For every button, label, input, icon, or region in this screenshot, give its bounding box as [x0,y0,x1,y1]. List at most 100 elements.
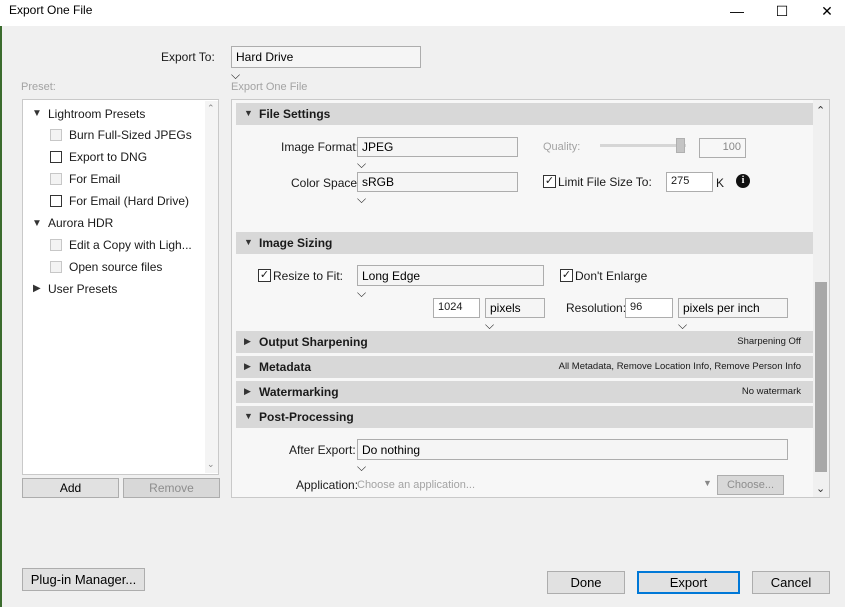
section-title: Output Sharpening [259,335,368,349]
image-format-dropdown[interactable]: JPEG ⌵ [357,137,518,172]
export-to-label: Export To: [161,50,215,64]
preset-scrollbar[interactable]: ⌃ ⌄ [205,101,218,473]
preset-item[interactable]: Burn Full-Sized JPEGs [69,128,192,142]
scroll-down-icon[interactable]: ⌄ [207,459,215,470]
section-title: Watermarking [259,385,339,399]
chevron-down-icon: ⌵ [357,157,367,171]
preset-item[interactable]: Open source files [69,260,162,274]
after-export-label: After Export: [289,443,356,457]
cancel-button[interactable]: Cancel [752,571,830,594]
collapse-triangle-icon[interactable]: ▶ [244,336,251,347]
limit-file-size-input[interactable]: 275 [666,172,713,192]
export-to-value: Hard Drive [236,50,294,64]
preset-item[interactable]: Edit a Copy with Ligh... [69,238,192,252]
expand-triangle-icon[interactable]: ▼ [32,218,42,229]
resize-to-fit-label: Resize to Fit: [273,269,344,283]
section-image-sizing[interactable]: ▼ Image Sizing [236,232,813,254]
expand-triangle-icon[interactable]: ▼ [244,237,253,247]
limit-file-size-checkbox[interactable]: ✓ [543,175,556,188]
color-space-value: sRGB [362,175,395,189]
resolution-unit-value: pixels per inch [683,301,760,315]
chevron-down-icon: ⌵ [357,460,367,474]
section-summary: All Metadata, Remove Location Info, Remo… [558,361,801,372]
scroll-up-icon[interactable]: ⌃ [816,104,825,117]
close-button[interactable]: ✕ [805,0,845,22]
limit-file-size-label: Limit File Size To: [558,175,652,189]
resize-mode-value: Long Edge [362,268,421,283]
section-output-sharpening[interactable]: ▶ Output Sharpening Sharpening Off [236,331,813,353]
add-preset-button[interactable]: Add [22,478,119,498]
resize-to-fit-checkbox[interactable]: ✓ [258,269,271,282]
section-file-settings[interactable]: ▼ File Settings [236,103,813,125]
image-format-value: JPEG [362,140,394,154]
preset-checkbox [50,261,62,273]
section-watermarking[interactable]: ▶ Watermarking No watermark [236,381,813,403]
resolution-label: Resolution: [566,301,627,315]
expand-triangle-icon[interactable]: ▼ [32,108,42,119]
color-space-dropdown[interactable]: sRGB ⌵ [357,172,518,207]
quality-slider-track[interactable] [600,144,686,147]
done-button[interactable]: Done [547,571,625,594]
plugin-manager-button[interactable]: Plug-in Manager... [22,568,145,591]
preset-checkbox [50,239,62,251]
application-label: Application: [296,478,359,492]
preset-label: Preset: [21,81,56,93]
image-format-label: Image Format: [281,140,360,154]
collapse-triangle-icon[interactable]: ▶ [33,283,41,294]
collapse-triangle-icon[interactable]: ▶ [244,386,251,397]
choose-application-button[interactable]: Choose... [717,475,784,495]
expand-triangle-icon[interactable]: ▼ [244,108,253,118]
chevron-down-icon: ⌵ [231,68,241,82]
preset-item[interactable]: For Email [69,172,120,186]
limit-unit-label: K [716,176,725,190]
section-post-processing[interactable]: ▼ Post-Processing [236,406,813,428]
preset-checkbox [50,173,62,185]
section-title: Post-Processing [259,410,354,424]
remove-preset-button[interactable]: Remove [123,478,220,498]
preset-group-aurora[interactable]: Aurora HDR [48,216,113,230]
window-title: Export One File [9,3,93,17]
preset-group-user[interactable]: User Presets [48,282,117,296]
section-summary: No watermark [741,386,801,397]
resize-mode-dropdown[interactable]: Long Edge ⌵ [357,265,544,301]
resolution-unit-dropdown[interactable]: pixels per inch ⌵ [678,298,788,333]
scroll-down-icon[interactable]: ⌄ [816,482,825,495]
expand-triangle-icon[interactable]: ▼ [244,411,253,421]
dropdown-arrow-icon[interactable]: ▼ [703,478,712,488]
after-export-dropdown[interactable]: Do nothing ⌵ [357,439,788,475]
maximize-button[interactable]: ☐ [760,0,804,22]
quality-label: Quality: [543,141,581,153]
resolution-input[interactable]: 96 [625,298,673,318]
scrollbar-thumb[interactable] [815,282,827,472]
size-unit-dropdown[interactable]: pixels ⌵ [485,298,545,333]
preset-checkbox [50,129,62,141]
size-input[interactable]: 1024 [433,298,480,318]
application-input[interactable]: Choose an application... [357,479,475,491]
info-icon[interactable]: i [736,174,750,188]
window-edge [0,26,2,607]
panel-title: Export One File [231,81,308,93]
quality-slider-thumb[interactable] [676,138,685,153]
export-button[interactable]: Export [637,571,740,594]
preset-item[interactable]: For Email (Hard Drive) [69,194,189,208]
preset-item[interactable]: Export to DNG [69,150,147,164]
section-summary: Sharpening Off [737,336,801,347]
size-unit-value: pixels [490,301,521,315]
after-export-value: Do nothing [362,442,421,457]
preset-checkbox[interactable] [50,151,62,163]
collapse-triangle-icon[interactable]: ▶ [244,361,251,372]
dont-enlarge-checkbox[interactable]: ✓ [560,269,573,282]
scroll-up-icon[interactable]: ⌃ [207,103,215,114]
color-space-label: Color Space: [291,176,361,190]
preset-checkbox[interactable] [50,195,62,207]
preset-group-lightroom[interactable]: Lightroom Presets [48,107,145,121]
quality-input[interactable]: 100 [699,138,746,158]
section-metadata[interactable]: ▶ Metadata All Metadata, Remove Location… [236,356,813,378]
section-title: Metadata [259,360,312,374]
export-to-dropdown[interactable]: Hard Drive ⌵ [231,46,421,83]
dont-enlarge-label: Don't Enlarge [575,269,648,283]
section-title: Image Sizing [259,236,333,250]
section-title: File Settings [259,107,331,121]
minimize-button[interactable]: — [715,0,759,22]
chevron-down-icon: ⌵ [485,318,495,332]
